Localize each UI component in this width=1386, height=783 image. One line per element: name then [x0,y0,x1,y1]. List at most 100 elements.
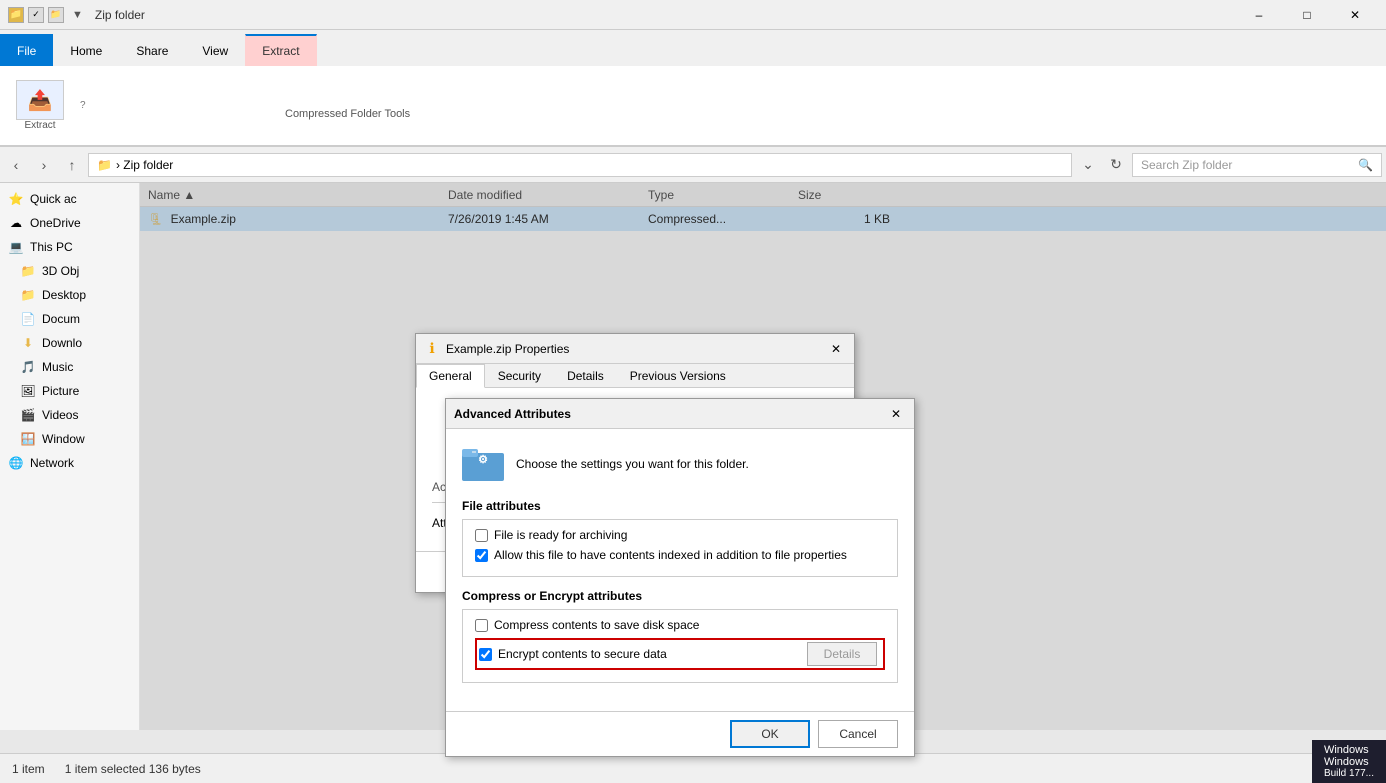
index-label[interactable]: Allow this file to have contents indexed… [494,548,847,562]
advanced-close-button[interactable]: ✕ [886,404,906,424]
properties-tabs: General Security Details Previous Versio… [416,364,854,388]
search-placeholder: Search Zip folder [1141,158,1232,172]
advanced-footer: OK Cancel [446,711,914,756]
search-icon: 🔍 [1358,158,1373,172]
title-bar: 📁 ✓ 📁 ▼ Zip folder – □ ✕ [0,0,1386,30]
tab-home[interactable]: Home [53,34,119,66]
sidebar-item-windows[interactable]: 🪟 Window [0,427,139,451]
advanced-content: ⚙ Choose the settings you want for this … [446,429,914,711]
sidebar-item-thispc[interactable]: 💻 This PC [0,235,139,259]
extract-button[interactable]: 📤 [16,80,64,120]
folder-desktop-icon: 📁 [20,287,36,303]
videos-icon: 🎬 [20,407,36,423]
pictures-icon: 🖼 [20,383,36,399]
network-icon: 🌐 [8,455,24,471]
archive-row: File is ready for archiving [475,528,885,542]
dropdown-button[interactable]: ⌄ [1076,153,1100,177]
advanced-folder-icon: ⚙ [462,445,504,483]
sidebar-item-onedrive[interactable]: ☁ OneDrive [0,211,139,235]
cloud-icon: ☁ [8,215,24,231]
tab-share[interactable]: Share [119,34,185,66]
ribbon-tabs: File Home Share View Extract [0,30,1386,66]
sidebar-item-network[interactable]: 🌐 Network [0,451,139,475]
compress-row: Compress contents to save disk space [475,618,885,632]
back-button[interactable]: ‹ [4,153,28,177]
advanced-dialog-titlebar: Advanced Attributes ✕ [446,399,914,429]
archive-label[interactable]: File is ready for archiving [494,528,627,542]
ribbon-content: Compressed Folder Tools 📤 Extract ? [0,66,1386,146]
star-icon: ⭐ [8,191,24,207]
advanced-description: Choose the settings you want for this fo… [516,457,749,471]
advanced-cancel-button[interactable]: Cancel [818,720,898,748]
index-checkbox[interactable] [475,549,488,562]
properties-dialog-title: Example.zip Properties [446,342,826,356]
index-row: Allow this file to have contents indexed… [475,548,885,562]
item-count: 1 item [12,762,45,776]
details-button[interactable]: Details [807,642,877,666]
refresh-button[interactable]: ↻ [1104,153,1128,177]
compress-checkbox[interactable] [475,619,488,632]
help-icon[interactable]: ? [80,100,86,111]
address-path: › Zip folder [116,158,173,172]
tab-details[interactable]: Details [554,364,617,387]
title-bar-icons: 📁 ✓ 📁 ▼ [8,7,83,23]
file-attributes-section: File is ready for archiving Allow this f… [462,519,898,577]
folder-dl-icon: ⬇ [20,335,36,351]
close-button[interactable]: ✕ [1332,0,1378,30]
compressed-tools-label: Compressed Folder Tools [285,108,410,120]
properties-dialog-icon: ℹ [424,341,440,357]
tab-file[interactable]: File [0,34,53,66]
properties-close-button[interactable]: ✕ [826,339,846,359]
computer-icon: 💻 [8,239,24,255]
sidebar-item-desktop[interactable]: 📁 Desktop [0,283,139,307]
music-icon: 🎵 [20,359,36,375]
advanced-dialog-title: Advanced Attributes [454,407,886,421]
extract-label: Extract [24,120,55,131]
sidebar-item-documents[interactable]: 📄 Docum [0,307,139,331]
encrypt-checkbox[interactable] [479,648,492,661]
archive-checkbox[interactable] [475,529,488,542]
compress-section-label: Compress or Encrypt attributes [462,589,898,603]
advanced-icon-row: ⚙ Choose the settings you want for this … [462,445,898,483]
window-title: Zip folder [95,8,145,22]
sidebar-item-3dobj[interactable]: 📁 3D Obj [0,259,139,283]
tab-general[interactable]: General [416,364,485,388]
sidebar-item-music[interactable]: 🎵 Music [0,355,139,379]
tab-view[interactable]: View [185,34,245,66]
properties-dialog-titlebar: ℹ Example.zip Properties ✕ [416,334,854,364]
ribbon: File Home Share View Extract Compressed … [0,30,1386,147]
status-bar: 1 item 1 item selected 136 bytes ⊞ ☰ [0,753,1386,783]
window-controls: – □ ✕ [1236,0,1378,30]
encrypt-label[interactable]: Encrypt contents to secure data [498,647,667,661]
up-button[interactable]: ↑ [60,153,84,177]
title-icon-2: ✓ [28,7,44,23]
compress-label[interactable]: Compress contents to save disk space [494,618,699,632]
tab-extract[interactable]: Extract [245,34,316,66]
advanced-ok-button[interactable]: OK [730,720,810,748]
address-bar[interactable]: 📁 › Zip folder [88,153,1072,177]
encrypt-row: Encrypt contents to secure data Details [475,638,885,670]
maximize-button[interactable]: □ [1284,0,1330,30]
sidebar-item-quickaccess[interactable]: ⭐ Quick ac [0,187,139,211]
folder-3dobj-icon: 📁 [20,263,36,279]
main-layout: ⭐ Quick ac ☁ OneDrive 💻 This PC 📁 3D Obj… [0,183,1386,730]
advanced-attributes-dialog: Advanced Attributes ✕ ⚙ Choose the setti… [445,398,915,757]
sidebar-item-downloads[interactable]: ⬇ Downlo [0,331,139,355]
file-attributes-label: File attributes [462,499,898,513]
folder-docs-icon: 📄 [20,311,36,327]
windows-info: Windows Windows Build 177... [1312,740,1386,783]
sidebar-item-pictures[interactable]: 🖼 Picture [0,379,139,403]
windows-icon: 🪟 [20,431,36,447]
sidebar-item-videos[interactable]: 🎬 Videos [0,403,139,427]
tab-previous-versions[interactable]: Previous Versions [617,364,739,387]
compress-section: Compress contents to save disk space Enc… [462,609,898,683]
content-area: Name ▲ Date modified Type Size 🗜 Example… [140,183,1386,730]
tab-security[interactable]: Security [485,364,554,387]
title-icon-3: 📁 [48,7,64,23]
folder-icon: 📁 [97,158,112,172]
selected-info: 1 item selected 136 bytes [65,762,201,776]
quick-access-icon: 📁 [8,7,24,23]
search-bar[interactable]: Search Zip folder 🔍 [1132,153,1382,177]
forward-button[interactable]: › [32,153,56,177]
minimize-button[interactable]: – [1236,0,1282,30]
